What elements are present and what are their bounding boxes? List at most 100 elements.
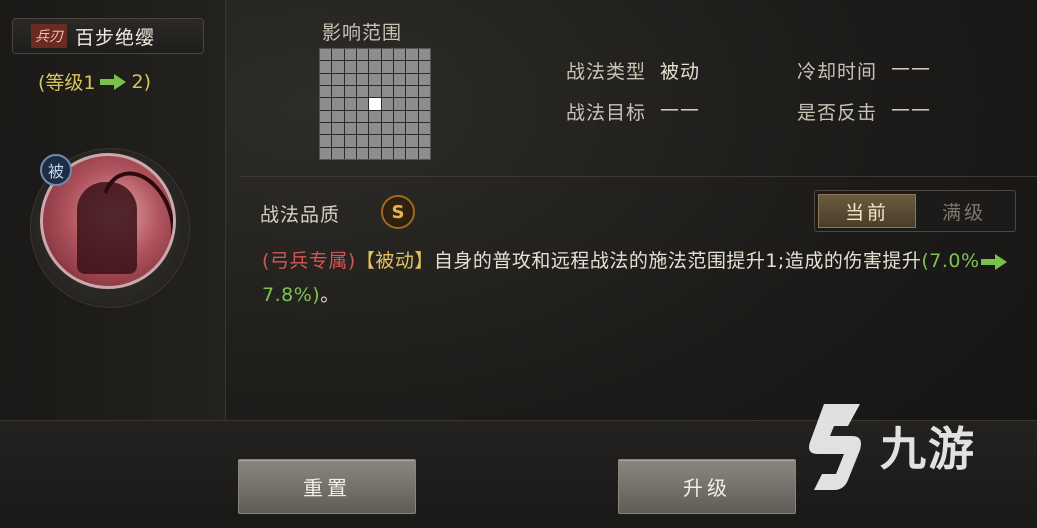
bonus-from: 7.0%: [929, 250, 980, 272]
range-cell: [320, 147, 332, 159]
range-cell: [418, 61, 430, 73]
range-cell: [369, 85, 381, 98]
cooldown-label: 冷却时间: [797, 61, 878, 83]
range-cell: [320, 135, 332, 147]
range-cell: [393, 135, 406, 147]
counterattack-value: ——: [891, 98, 932, 120]
range-cell: [381, 110, 393, 122]
range-cell: [381, 98, 393, 110]
range-cell: [369, 122, 381, 135]
reset-button[interactable]: 重置: [238, 459, 416, 514]
range-cell: [418, 135, 430, 147]
weapon-type-tag: 兵刃: [31, 24, 67, 48]
range-cell: [332, 147, 344, 159]
range-cell: [356, 147, 369, 159]
range-grid: [319, 48, 431, 160]
range-cell: [344, 122, 356, 135]
bonus-close: ): [312, 284, 321, 306]
range-cell: [320, 73, 332, 85]
tactic-description: (弓兵专属)【被动】自身的普攻和远程战法的施法范围提升1;造成的伤害提升(7.0…: [262, 244, 1022, 312]
tactic-target-value: ——: [660, 98, 701, 120]
range-cell: [369, 49, 381, 61]
range-cell: [332, 122, 344, 135]
range-cell: [344, 135, 356, 147]
range-cell: [356, 110, 369, 122]
range-cell: [320, 122, 332, 135]
range-cell: [393, 98, 406, 110]
range-cell: [393, 147, 406, 159]
range-cell: [406, 98, 418, 110]
section-divider: [240, 176, 1037, 177]
range-cell: [332, 61, 344, 73]
level-indicator: (等级1 2): [38, 68, 151, 95]
range-cell: [369, 73, 381, 85]
range-cell: [381, 49, 393, 61]
range-cell: [418, 147, 430, 159]
range-cell: [369, 110, 381, 122]
range-cell: [332, 110, 344, 122]
range-cell: [418, 49, 430, 61]
range-cell: [344, 147, 356, 159]
range-cell: [406, 61, 418, 73]
tactic-target-row: 战法目标 ——: [566, 98, 700, 125]
tactic-type-value: 被动: [660, 61, 701, 83]
range-center-cell: [369, 98, 381, 110]
range-cell: [406, 85, 418, 98]
range-cell: [418, 110, 430, 122]
range-cell: [406, 147, 418, 159]
tactic-name: 百步绝缨: [75, 26, 156, 49]
cooldown-value: ——: [891, 57, 932, 79]
jiuyou-logo-icon: [809, 404, 861, 490]
range-cell: [393, 73, 406, 85]
range-cell: [356, 98, 369, 110]
upgrade-button[interactable]: 升级: [618, 459, 796, 514]
range-cell: [406, 122, 418, 135]
range-cell: [393, 122, 406, 135]
range-cell: [369, 135, 381, 147]
range-cell: [406, 110, 418, 122]
range-cell: [381, 61, 393, 73]
level-to: 2): [131, 70, 152, 93]
range-cell: [344, 110, 356, 122]
tab-current[interactable]: 当前: [818, 194, 916, 228]
range-cell: [356, 85, 369, 98]
range-cell: [356, 61, 369, 73]
range-cell: [320, 110, 332, 122]
description-text: 自身的普攻和远程战法的施法范围提升1;造成的伤害提升: [433, 250, 922, 272]
range-cell: [418, 98, 430, 110]
exclusive-tag: (弓兵专属): [262, 250, 356, 272]
range-cell: [393, 61, 406, 73]
range-cell: [356, 73, 369, 85]
range-cell: [332, 98, 344, 110]
counterattack-label: 是否反击: [797, 102, 878, 124]
range-cell: [332, 49, 344, 61]
range-cell: [406, 49, 418, 61]
quality-grade-badge: S: [381, 195, 415, 229]
tab-max-level[interactable]: 满级: [916, 194, 1012, 228]
bonus-to: 7.8%: [262, 284, 313, 306]
range-cell: [381, 73, 393, 85]
watermark-text: 九游: [880, 422, 976, 476]
tactic-type-row: 战法类型 被动: [566, 57, 700, 84]
range-cell: [356, 122, 369, 135]
range-cell: [344, 98, 356, 110]
range-cell: [320, 98, 332, 110]
level-view-toggle: 当前 满级: [814, 190, 1016, 232]
description-end: 。: [320, 284, 340, 306]
range-cell: [332, 85, 344, 98]
arrow-right-icon: [980, 253, 1009, 270]
cooldown-row: 冷却时间 ——: [797, 57, 931, 84]
passive-tag: 【被动】: [355, 250, 434, 272]
range-cell: [418, 85, 430, 98]
counterattack-row: 是否反击 ——: [797, 98, 931, 125]
range-cell: [381, 122, 393, 135]
range-cell: [418, 122, 430, 135]
range-cell: [344, 49, 356, 61]
range-cell: [320, 49, 332, 61]
level-from: (等级1: [38, 72, 96, 94]
range-cell: [332, 135, 344, 147]
range-cell: [418, 73, 430, 85]
range-cell: [369, 147, 381, 159]
quality-label: 战法品质: [260, 204, 341, 226]
jiuyou-watermark: 九游: [790, 396, 1010, 496]
